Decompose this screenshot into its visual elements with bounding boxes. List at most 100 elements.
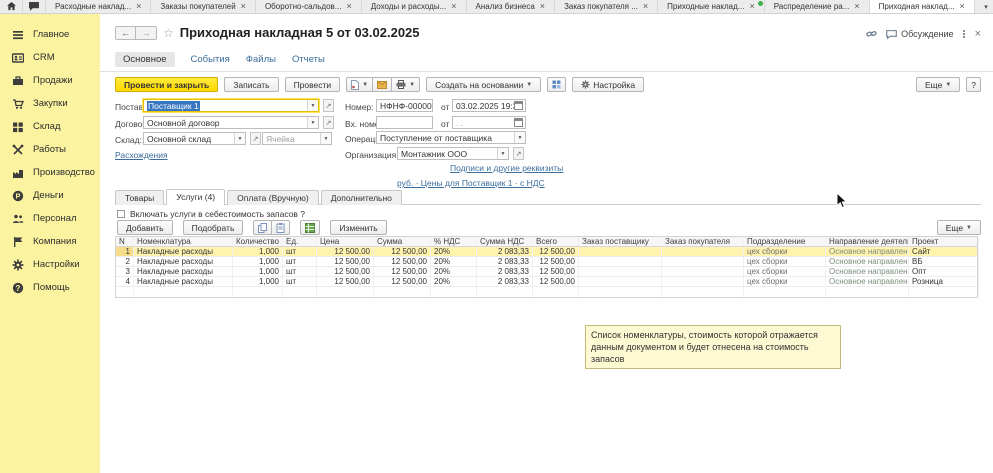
tab-files[interactable]: Файлы xyxy=(246,54,276,65)
topbar-document-tab[interactable]: Приходные наклад... × xyxy=(658,0,765,13)
topbar-document-tab[interactable]: Анализ бизнеса × xyxy=(466,0,556,13)
table-row[interactable]: 2 Накладные расходы 1,000 шт 12 500,00 12 500… xyxy=(116,257,979,267)
tab-payment[interactable]: Оплата (Вручную) xyxy=(227,190,319,205)
table-row[interactable]: 3 Накладные расходы 1,000 шт 12 500,00 12 500… xyxy=(116,267,979,277)
favorite-star-icon[interactable]: ☆ xyxy=(163,26,174,40)
organization-open-icon[interactable]: ↗ xyxy=(513,147,524,160)
column-header[interactable]: Цена xyxy=(317,237,374,246)
sidebar-item-personnel[interactable]: Персонал xyxy=(0,207,100,230)
save-button[interactable]: Записать xyxy=(224,77,279,92)
sidebar-item-money[interactable]: P Деньги xyxy=(0,184,100,207)
chevron-down-icon[interactable]: ▼ xyxy=(307,117,318,128)
table-row[interactable]: 1 Накладные расходы 1,000 шт 12 500,00 12 500… xyxy=(116,247,979,257)
topbar-document-tab[interactable]: Распределение ра... × xyxy=(764,0,870,13)
posting-report-button[interactable]: ▼ xyxy=(346,77,374,92)
close-icon[interactable]: × xyxy=(643,2,648,11)
more-menu-icon[interactable] xyxy=(962,29,966,39)
post-and-close-button[interactable]: Провести и закрыть xyxy=(115,77,219,92)
date-field[interactable]: 03.02.2025 19:39:3 xyxy=(452,99,526,112)
help-button[interactable]: ? xyxy=(966,77,981,92)
chat-icon[interactable] xyxy=(23,0,46,13)
link-icon[interactable] xyxy=(866,29,877,39)
discussion-button[interactable]: Обсуждение xyxy=(886,29,954,39)
close-icon[interactable]: × xyxy=(854,2,859,11)
table-more-button[interactable]: Еще ▼ xyxy=(936,220,981,235)
warehouse-open-icon[interactable]: ↗ xyxy=(250,132,261,145)
tab-main[interactable]: Основное xyxy=(115,52,175,67)
contract-field[interactable]: Основной договор ▼ xyxy=(143,116,319,129)
incoming-date-field[interactable]: . . xyxy=(452,116,526,129)
home-icon[interactable] xyxy=(0,0,23,13)
chevron-down-icon[interactable]: ▼ xyxy=(234,133,245,144)
include-services-checkbox[interactable] xyxy=(117,210,125,218)
post-button[interactable]: Провести xyxy=(284,77,341,92)
settings-button[interactable]: Настройка xyxy=(572,77,645,92)
cell-field[interactable]: Ячейка ▼ xyxy=(262,132,332,145)
copy-rows-button[interactable] xyxy=(253,220,273,235)
column-header[interactable]: Заказ покупателя xyxy=(662,237,744,246)
chevron-down-icon[interactable]: ▼ xyxy=(320,133,331,144)
tabs-overflow-icon[interactable]: ▾ xyxy=(979,0,993,13)
tab-services[interactable]: Услуги (4) xyxy=(166,189,226,205)
column-header[interactable]: Всего xyxy=(533,237,579,246)
warehouse-field[interactable]: Основной склад ▼ xyxy=(143,132,246,145)
sidebar-item-works[interactable]: Работы xyxy=(0,138,100,161)
topbar-document-tab[interactable]: Приходная наклад... × xyxy=(869,0,975,13)
organization-field[interactable]: Монтажник ООО ▼ xyxy=(397,147,509,160)
topbar-document-tab[interactable]: Расходные наклад... × xyxy=(46,0,152,13)
column-header[interactable]: N xyxy=(116,237,134,246)
more-button[interactable]: Еще ▼ xyxy=(916,77,961,92)
signatures-link[interactable]: Подписи и другие реквизиты xyxy=(450,163,563,173)
prices-currency-link[interactable]: руб. · Цены для Поставщик 1 · с НДС xyxy=(397,178,545,188)
edit-button[interactable]: Изменить xyxy=(330,220,387,235)
close-icon[interactable]: × xyxy=(136,2,141,11)
topbar-document-tab[interactable]: Оборотно-сальдов... × xyxy=(255,0,362,13)
back-button[interactable]: ← xyxy=(115,25,136,40)
sidebar-item-sales[interactable]: Продажи xyxy=(0,69,100,92)
calendar-icon[interactable] xyxy=(514,101,523,110)
sidebar-item-company[interactable]: Компания xyxy=(0,230,100,253)
column-header[interactable]: Сумма НДС xyxy=(477,237,533,246)
close-document-icon[interactable]: × xyxy=(975,28,981,40)
operation-field[interactable]: Поступление от поставщика ▼ xyxy=(376,131,526,144)
chevron-down-icon[interactable]: ▼ xyxy=(307,100,318,111)
close-icon[interactable]: × xyxy=(241,2,246,11)
add-row-button[interactable]: Добавить xyxy=(117,220,173,235)
paste-rows-button[interactable] xyxy=(271,220,291,235)
sidebar-item-crm[interactable]: CRM xyxy=(0,46,100,69)
discrepancies-link[interactable]: Расхождения xyxy=(115,150,168,160)
print-button[interactable]: ▼ xyxy=(391,77,421,92)
sidebar-item-purchases[interactable]: Закупки xyxy=(0,92,100,115)
close-icon[interactable]: × xyxy=(960,2,965,11)
topbar-document-tab[interactable]: Заказ покупателя ... × xyxy=(555,0,659,13)
tab-events[interactable]: События xyxy=(191,54,230,65)
close-icon[interactable]: × xyxy=(540,2,545,11)
tab-additional[interactable]: Дополнительно xyxy=(320,190,402,205)
close-icon[interactable]: × xyxy=(451,2,456,11)
incoming-number-field[interactable] xyxy=(376,116,433,129)
supplier-open-icon[interactable]: ↗ xyxy=(323,99,334,112)
chevron-down-icon[interactable]: ▼ xyxy=(514,132,525,143)
column-header[interactable]: Заказ поставщику xyxy=(579,237,662,246)
subordination-structure-button[interactable] xyxy=(547,77,567,92)
chevron-down-icon[interactable]: ▼ xyxy=(497,148,508,159)
column-header[interactable]: Подразделение xyxy=(744,237,826,246)
supplier-field[interactable]: Поставщик 1 ▼ xyxy=(143,99,319,112)
close-icon[interactable]: × xyxy=(749,2,754,11)
column-header[interactable]: Направление деятельн.. xyxy=(826,237,909,246)
column-header[interactable]: Количество xyxy=(233,237,283,246)
column-header[interactable]: Номенклатура xyxy=(134,237,233,246)
email-button[interactable] xyxy=(372,77,393,92)
column-header[interactable]: Сумма xyxy=(374,237,431,246)
forward-button[interactable]: → xyxy=(136,25,157,40)
topbar-document-tab[interactable]: Заказы покупателей × xyxy=(151,0,256,13)
calendar-icon[interactable] xyxy=(514,118,523,127)
contract-open-icon[interactable]: ↗ xyxy=(323,116,334,129)
sidebar-item-production[interactable]: Производство xyxy=(0,161,100,184)
column-header[interactable]: Проект xyxy=(909,237,979,246)
sidebar-item-settings[interactable]: Настройки xyxy=(0,253,100,276)
sidebar-item-warehouse[interactable]: Склад xyxy=(0,115,100,138)
column-header[interactable]: Ед. xyxy=(283,237,317,246)
tab-goods[interactable]: Товары xyxy=(115,190,165,205)
sidebar-item-help[interactable]: ? Помощь xyxy=(0,276,100,299)
